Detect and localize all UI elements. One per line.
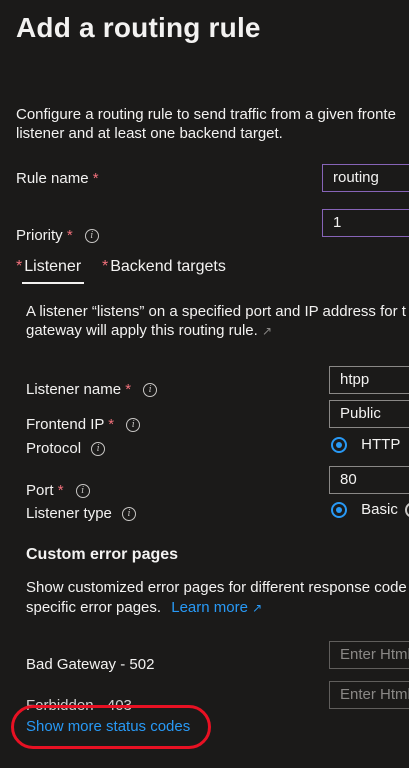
custom-error-desc-line-1: Show customized error pages for differen… — [26, 579, 407, 596]
forbidden-input[interactable]: Enter Html — [329, 681, 409, 709]
radio-selected-icon — [331, 437, 347, 454]
listener-desc-line-2: gateway will apply this routing rule. ↗ — [26, 322, 273, 339]
radio-selected-icon — [331, 502, 347, 519]
page-title: Add a routing rule — [16, 12, 261, 43]
frontend-ip-select[interactable]: Public — [329, 400, 409, 428]
protocol-radio-http[interactable]: HTTP — [331, 436, 400, 454]
listener-name-input[interactable]: htpp — [329, 366, 409, 394]
info-icon[interactable]: i — [91, 442, 106, 457]
external-link-icon: ↗ — [252, 601, 263, 615]
info-icon[interactable]: i — [84, 229, 99, 244]
tab-listener-underline — [22, 282, 84, 284]
external-link-icon[interactable]: ↗ — [262, 324, 272, 338]
radio-unselected-icon — [405, 502, 409, 519]
tab-listener[interactable]: * Listener — [16, 258, 81, 276]
custom-error-desc-line-2: specific error pages. Learn more ↗ — [26, 599, 263, 616]
rule-name-label: Rule name * — [16, 170, 99, 187]
listener-desc-line-1: A listener “listens” on a specified port… — [26, 303, 406, 320]
listener-type-radio-other[interactable] — [405, 501, 409, 519]
highlight-annotation — [11, 705, 211, 749]
learn-more-link[interactable]: Learn more ↗ — [171, 599, 262, 616]
port-label: Port * i — [26, 482, 90, 499]
info-icon[interactable]: i — [75, 484, 90, 499]
info-icon[interactable]: i — [122, 507, 137, 522]
frontend-ip-label: Frontend IP * i — [26, 416, 141, 433]
info-icon[interactable]: i — [126, 418, 141, 433]
priority-label: Priority * i — [16, 227, 99, 244]
info-icon[interactable]: i — [143, 383, 158, 398]
listener-type-radio-basic[interactable]: Basic — [331, 501, 398, 519]
port-input[interactable]: 80 — [329, 466, 409, 494]
bad-gateway-input[interactable]: Enter Html — [329, 641, 409, 669]
rule-name-input[interactable]: routing — [322, 164, 409, 192]
protocol-label: Protocol i — [26, 440, 106, 457]
custom-error-pages-heading: Custom error pages — [26, 546, 179, 563]
listener-name-label: Listener name * i — [26, 381, 158, 398]
listener-type-label: Listener type i — [26, 505, 137, 522]
tab-backend-targets[interactable]: * Backend targets — [102, 258, 226, 276]
bad-gateway-label: Bad Gateway - 502 — [26, 656, 155, 673]
intro-line-1: Configure a routing rule to send traffic… — [16, 106, 396, 123]
priority-input[interactable]: 1 — [322, 209, 409, 237]
intro-line-2: listener and at least one backend target… — [16, 125, 283, 142]
